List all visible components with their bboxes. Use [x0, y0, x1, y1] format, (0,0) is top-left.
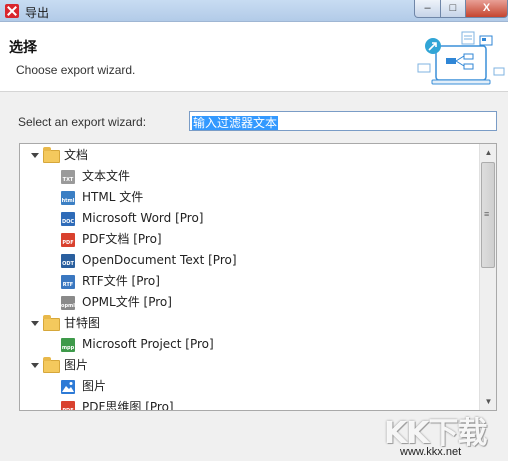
- rtf-icon: RTF: [61, 275, 75, 289]
- file-type-badge: PDF: [61, 408, 75, 410]
- watermark-url: www.kkx.net: [400, 446, 462, 458]
- maximize-button[interactable]: □: [440, 0, 466, 18]
- vertical-scrollbar[interactable]: ▲ ▼: [479, 144, 496, 410]
- page-title: 选择: [9, 39, 37, 55]
- doc-icon: DOC: [61, 212, 75, 226]
- pdf-icon: PDF: [61, 401, 75, 410]
- scroll-thumb[interactable]: [481, 162, 495, 268]
- tree-item-row[interactable]: DOC Microsoft Word [Pro]: [20, 208, 479, 229]
- file-type-badge: TXT: [62, 177, 74, 183]
- tree-group-row[interactable]: 甘特图: [20, 313, 479, 334]
- filter-input[interactable]: 输入过滤器文本: [189, 111, 497, 131]
- export-wizard-tree[interactable]: 文档 TXT 文本文件 html HTML 文件 DOC Microsoft Word [P…: [19, 143, 497, 411]
- file-type-badge: PDF: [62, 240, 74, 246]
- page-subtitle: Choose export wizard.: [16, 63, 136, 77]
- tree-item-row[interactable]: mpp Microsoft Project [Pro]: [20, 334, 479, 355]
- scroll-up-arrow-icon[interactable]: ▲: [480, 144, 496, 161]
- tree-group-row[interactable]: 图片: [20, 355, 479, 376]
- file-type-badge: RTF: [62, 282, 74, 288]
- expand-arrow-icon[interactable]: [31, 153, 39, 158]
- export-wizard-illustration: [417, 31, 505, 85]
- tree-item-label: 图片: [82, 379, 107, 393]
- wizard-header: 选择 Choose export wizard.: [0, 22, 508, 92]
- tree-item-row[interactable]: RTF RTF文件 [Pro]: [20, 271, 479, 292]
- tree-item-label: HTML 文件: [82, 190, 144, 204]
- tree-group-label: 图片: [64, 358, 89, 372]
- filter-input-text: 输入过滤器文本: [192, 116, 279, 130]
- file-type-badge: DOC: [61, 219, 75, 225]
- window-title: 导出: [25, 6, 50, 20]
- tree-item-row[interactable]: TXT 文本文件: [20, 166, 479, 187]
- image-icon: [61, 380, 75, 394]
- tree-item-label: OpenDocument Text [Pro]: [82, 253, 237, 267]
- tree-item-label: PDF思维图 [Pro]: [82, 400, 174, 410]
- tree-item-label: Microsoft Word [Pro]: [82, 211, 204, 225]
- folder-icon: [43, 315, 60, 331]
- expand-arrow-icon[interactable]: [31, 363, 39, 368]
- file-type-badge: mpp: [61, 345, 75, 351]
- folder-icon: [43, 357, 60, 373]
- expand-arrow-icon[interactable]: [31, 321, 39, 326]
- odt-icon: ODT: [61, 254, 75, 268]
- tree-item-label: PDF文档 [Pro]: [82, 232, 162, 246]
- file-type-badge: opml: [61, 303, 75, 309]
- tree-item-row[interactable]: html HTML 文件: [20, 187, 479, 208]
- tree-item-row[interactable]: opml OPML文件 [Pro]: [20, 292, 479, 313]
- tree-item-label: Microsoft Project [Pro]: [82, 337, 214, 351]
- opml-icon: opml: [61, 296, 75, 310]
- folder-icon: [43, 147, 60, 163]
- tree-item-label: OPML文件 [Pro]: [82, 295, 172, 309]
- txt-icon: TXT: [61, 170, 75, 184]
- tree-item-row[interactable]: ODT OpenDocument Text [Pro]: [20, 250, 479, 271]
- minimize-button[interactable]: –: [414, 0, 441, 18]
- html-icon: html: [61, 191, 75, 205]
- watermark: KK下载 www.kkx.net: [384, 408, 508, 461]
- tree-group-label: 文档: [64, 148, 89, 162]
- close-button[interactable]: X: [465, 0, 508, 18]
- tree-group-row[interactable]: 文档: [20, 145, 479, 166]
- tree-item-row[interactable]: 图片: [20, 376, 479, 397]
- title-bar: 导出 – □ X: [0, 0, 508, 22]
- tree-item-label: 文本文件: [82, 169, 131, 183]
- filter-label: Select an export wizard:: [18, 115, 147, 129]
- tree-item-label: RTF文件 [Pro]: [82, 274, 160, 288]
- file-type-badge: ODT: [62, 261, 74, 267]
- xmind-app-icon: [5, 4, 19, 18]
- file-type-badge: html: [61, 198, 75, 204]
- pdf-icon: PDF: [61, 233, 75, 247]
- tree-content: 文档 TXT 文本文件 html HTML 文件 DOC Microsoft Word [P…: [20, 144, 479, 410]
- tree-group-label: 甘特图: [64, 316, 101, 330]
- mpp-icon: mpp: [61, 338, 75, 352]
- tree-item-row[interactable]: PDF PDF文档 [Pro]: [20, 229, 479, 250]
